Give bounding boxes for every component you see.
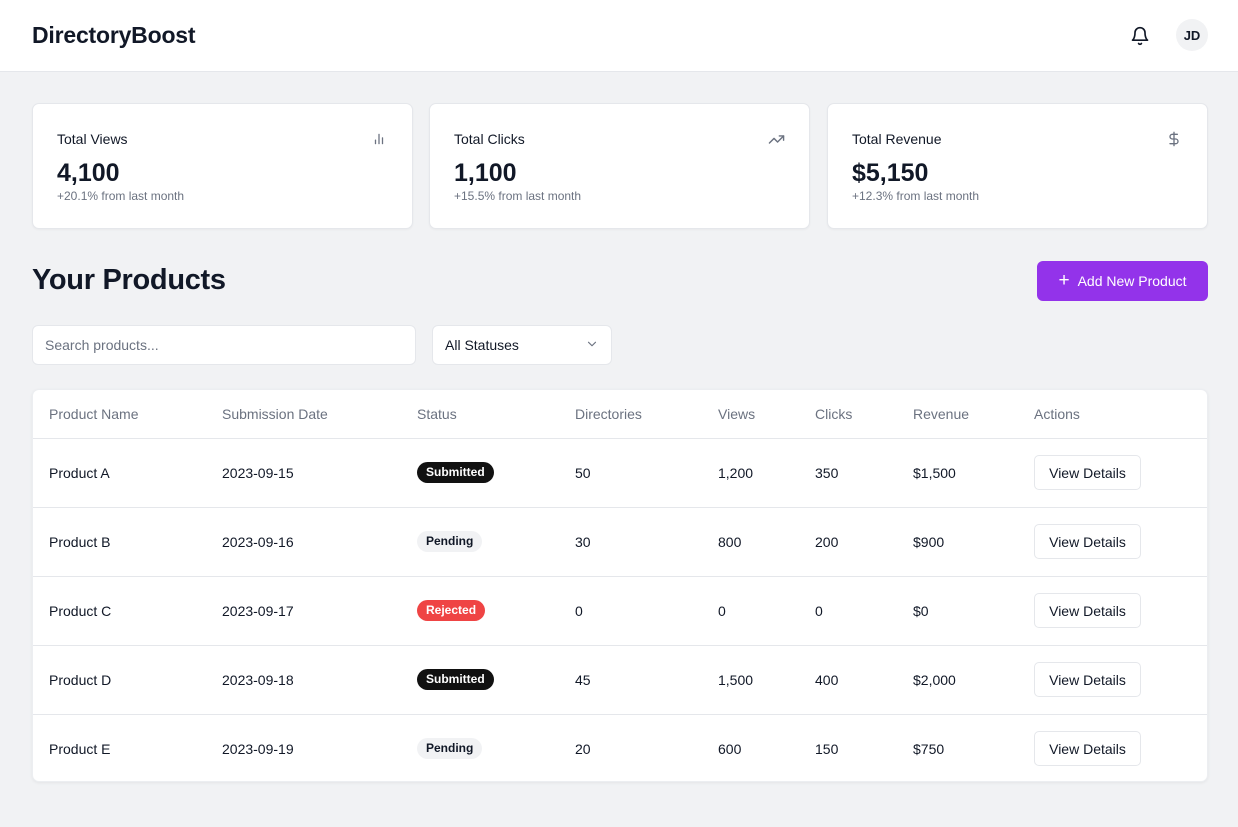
stat-card-total-revenue: Total Revenue $5,150 +12.3% from last mo… xyxy=(827,103,1208,229)
stat-title: Total Views xyxy=(57,131,128,147)
views-count: 0 xyxy=(702,576,799,646)
search-input[interactable] xyxy=(32,325,416,365)
revenue-value: $750 xyxy=(913,740,945,757)
table-row: Product C 2023-09-17 Rejected 0 0 0 $0 V… xyxy=(33,576,1207,646)
stat-card-total-clicks: Total Clicks 1,100 +15.5% from last mont… xyxy=(429,103,810,229)
stat-value: $5,150 xyxy=(852,159,929,187)
column-header[interactable]: Product Name xyxy=(33,390,206,439)
product-name: Product D xyxy=(33,645,206,715)
clicks-count: 150 xyxy=(815,740,839,757)
product-name: Product C xyxy=(33,576,206,646)
status-badge: Pending xyxy=(417,738,483,760)
section-title: Your Products xyxy=(32,264,226,296)
clicks-count: 0 xyxy=(799,576,897,646)
clicks-count: 400 xyxy=(799,645,897,715)
submission-date: 2023-09-18 xyxy=(206,645,401,715)
submission-date: 2023-09-17 xyxy=(206,576,401,646)
view-details-button[interactable]: View Details xyxy=(1034,662,1141,697)
submission-date: 2023-09-19 xyxy=(222,740,294,757)
status-badge: Submitted xyxy=(417,462,494,483)
products-table-container: Product Name Submission Date Status Dire… xyxy=(32,389,1208,782)
status-badge: Pending xyxy=(417,531,483,552)
submission-date: 2023-09-16 xyxy=(206,507,401,577)
product-name: Product A xyxy=(33,438,206,508)
stat-title: Total Clicks xyxy=(454,131,525,147)
dollar-icon xyxy=(1165,130,1183,148)
stat-change: +12.3% from last month xyxy=(852,189,980,203)
brand-logo[interactable]: DirectoryBoost xyxy=(32,22,196,49)
status-badge: Rejected xyxy=(417,600,486,621)
revenue-value: $2,000 xyxy=(897,645,1018,715)
view-details-button[interactable]: View Details xyxy=(1034,524,1141,559)
chevron-down-icon xyxy=(585,337,599,354)
status-filter-select[interactable]: All Statuses xyxy=(432,325,612,365)
user-avatar[interactable]: JD xyxy=(1176,19,1208,51)
clicks-count: 200 xyxy=(799,507,897,577)
views-count: 800 xyxy=(702,507,799,577)
stat-card-total-views: Total Views 4,100 +20.1% from last month xyxy=(32,103,413,229)
status-filter-value: All Statuses xyxy=(445,337,519,353)
view-details-button[interactable]: View Details xyxy=(1034,593,1141,628)
bell-icon[interactable] xyxy=(1127,23,1153,49)
column-header[interactable]: Revenue xyxy=(897,390,1018,439)
add-new-product-label: Add New Product xyxy=(1077,273,1187,289)
column-header[interactable]: Status xyxy=(401,390,559,439)
directories-count: 45 xyxy=(559,645,702,715)
table-header-row: Product Name Submission Date Status Dire… xyxy=(33,390,1207,439)
directories-count: 0 xyxy=(559,576,702,646)
submission-date: 2023-09-15 xyxy=(206,438,401,508)
revenue-value: $0 xyxy=(897,576,1018,646)
views-count: 600 xyxy=(718,740,742,757)
directories-count: 30 xyxy=(559,507,702,577)
column-header[interactable]: Views xyxy=(702,390,799,439)
column-header: Actions xyxy=(1018,390,1207,439)
views-count: 1,500 xyxy=(702,645,799,715)
view-details-button[interactable]: View Details xyxy=(1034,731,1141,767)
table-row: Product D 2023-09-18 Submitted 45 1,500 … xyxy=(33,645,1207,715)
stat-change: +20.1% from last month xyxy=(57,189,185,203)
products-table: Product Name Submission Date Status Dire… xyxy=(33,390,1207,781)
column-header[interactable]: Submission Date xyxy=(206,390,401,439)
product-name: Product E xyxy=(49,740,111,757)
bar-chart-icon xyxy=(370,130,388,148)
plus-icon: + xyxy=(1058,269,1070,291)
directories-count: 50 xyxy=(559,438,702,508)
clicks-count: 350 xyxy=(799,438,897,508)
revenue-value: $1,500 xyxy=(897,438,1018,508)
views-count: 1,200 xyxy=(702,438,799,508)
revenue-value: $900 xyxy=(897,507,1018,577)
top-bar: DirectoryBoost JD xyxy=(0,0,1238,72)
stat-value: 4,100 xyxy=(57,159,120,187)
column-header[interactable]: Directories xyxy=(559,390,702,439)
trending-up-icon xyxy=(767,130,785,148)
add-new-product-button[interactable]: + Add New Product xyxy=(1037,261,1208,301)
view-details-button[interactable]: View Details xyxy=(1034,455,1141,490)
directories-count: 20 xyxy=(575,740,591,757)
status-badge: Submitted xyxy=(417,669,494,690)
stat-value: 1,100 xyxy=(454,159,517,187)
column-header[interactable]: Clicks xyxy=(799,390,897,439)
product-name: Product B xyxy=(33,507,206,577)
stat-change: +15.5% from last month xyxy=(454,189,582,203)
table-row: Product A 2023-09-15 Submitted 50 1,200 … xyxy=(33,438,1207,508)
stat-title: Total Revenue xyxy=(852,131,942,147)
table-row: Product B 2023-09-16 Pending 30 800 200 … xyxy=(33,507,1207,577)
table-row: Product E 2023-09-19 Pending 20 600 150 … xyxy=(33,714,1207,781)
